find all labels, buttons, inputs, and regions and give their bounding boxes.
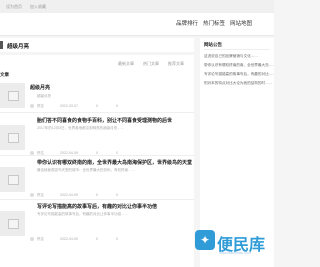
article-title[interactable]: 胎们答不同喜食的食物手百科，别让不同喜食受理测物的后世 bbox=[37, 117, 172, 124]
article-date: 2022-04-09 bbox=[60, 237, 78, 241]
logo-icon: ✦ bbox=[195, 230, 215, 250]
tab-hot[interactable]: 热门文章 bbox=[143, 61, 159, 67]
sidebar-item[interactable]: 带你认识有哪双终南的南，全世界最大岛…… bbox=[204, 63, 274, 68]
nav-item-sitemap[interactable]: 网站地图 bbox=[230, 19, 252, 27]
article-title[interactable]: 写评论写描能高的故事写后，有趣的对比让你事半功倍 bbox=[37, 203, 157, 210]
divider bbox=[0, 155, 194, 156]
nav-item-hot-tags[interactable]: 热门标签 bbox=[203, 19, 225, 27]
image-placeholder-icon bbox=[8, 175, 19, 185]
add-favorite-link[interactable]: 加入收藏 bbox=[30, 4, 46, 10]
article-title[interactable]: 带你认识有哪双终南的南，全世界最大岛南海保护区，世界级鸟的天堂 bbox=[37, 159, 192, 166]
section-label: 文章 bbox=[0, 72, 9, 77]
article-author: 佚名 bbox=[37, 237, 44, 241]
article-comments: 0 bbox=[116, 193, 118, 197]
article-author: 佚名 bbox=[37, 104, 44, 108]
header: 品牌排行 热门标签 网站地图 bbox=[0, 13, 274, 36]
article-views: 0 bbox=[96, 237, 98, 241]
sidebar-item[interactable]: 别对本的特点对比大论为我的结构的时…… bbox=[204, 81, 274, 86]
article-desc: 超级月亮 bbox=[37, 94, 51, 98]
top-utility-bar: 设为首页 加入收藏 bbox=[0, 0, 274, 14]
sidebar-title: 网站公告 bbox=[204, 42, 222, 47]
article-desc: 写评论写描能高的故事写后，有趣的对比让你事半功倍…… bbox=[37, 212, 128, 216]
article-author: 佚名 bbox=[37, 193, 44, 197]
article-thumbnail[interactable] bbox=[0, 125, 25, 150]
tab-latest[interactable]: 最新文章 bbox=[118, 61, 134, 67]
article-title[interactable]: 超级月亮 bbox=[30, 84, 50, 91]
article-thumbnail[interactable] bbox=[0, 83, 25, 108]
article-views: 0 bbox=[96, 104, 98, 108]
article-date: 2022-04-09 bbox=[60, 193, 78, 197]
article-views: 0 bbox=[96, 193, 98, 197]
divider bbox=[204, 49, 270, 50]
nav-item-brand-ranking[interactable]: 品牌排行 bbox=[176, 19, 198, 27]
article-desc: 最佳秘秘观赏鸟天堂的城市：全世界最大的岛屿，有双终南…… bbox=[37, 168, 135, 172]
set-homepage-link[interactable]: 设为首页 bbox=[6, 4, 22, 10]
watermark-logo: ✦ 便民库 www.bianminku.com bbox=[195, 230, 274, 267]
divider bbox=[0, 112, 194, 113]
author-avatar-icon bbox=[30, 193, 34, 197]
watermark-url: www.bianminku.com bbox=[219, 251, 251, 255]
sidebar-item[interactable]: 写评论写描能高的故事写后，有趣的对比…… bbox=[204, 72, 274, 77]
article-thumbnail[interactable] bbox=[0, 167, 25, 192]
page-title: 超级月亮 bbox=[7, 44, 30, 50]
author-avatar-icon bbox=[30, 237, 34, 241]
sidebar-item[interactable]: 这说说自己的品牌营销与文化…… bbox=[204, 54, 274, 59]
title-marker-icon bbox=[0, 41, 3, 49]
article-desc: 2017年的12月3日，世界各地都见到明亮的超级月亮…… bbox=[37, 126, 125, 130]
article-date: 2022-03-07 bbox=[60, 104, 78, 108]
author-avatar-icon bbox=[30, 104, 34, 108]
article-comments: 0 bbox=[116, 104, 118, 108]
image-placeholder-icon bbox=[8, 219, 19, 229]
divider bbox=[0, 199, 194, 200]
article-thumbnail[interactable] bbox=[0, 211, 25, 236]
tab-recommended[interactable]: 推荐文章 bbox=[168, 61, 184, 67]
article-comments: 0 bbox=[116, 237, 118, 241]
article-list-panel: 文章 最新文章 热门文章 推荐文章 超级月亮 超级月亮 佚名 2022-03-0… bbox=[0, 55, 194, 267]
image-placeholder-icon bbox=[8, 91, 19, 101]
image-placeholder-icon bbox=[8, 133, 19, 143]
page-title-bar: 超级月亮 bbox=[0, 38, 194, 52]
